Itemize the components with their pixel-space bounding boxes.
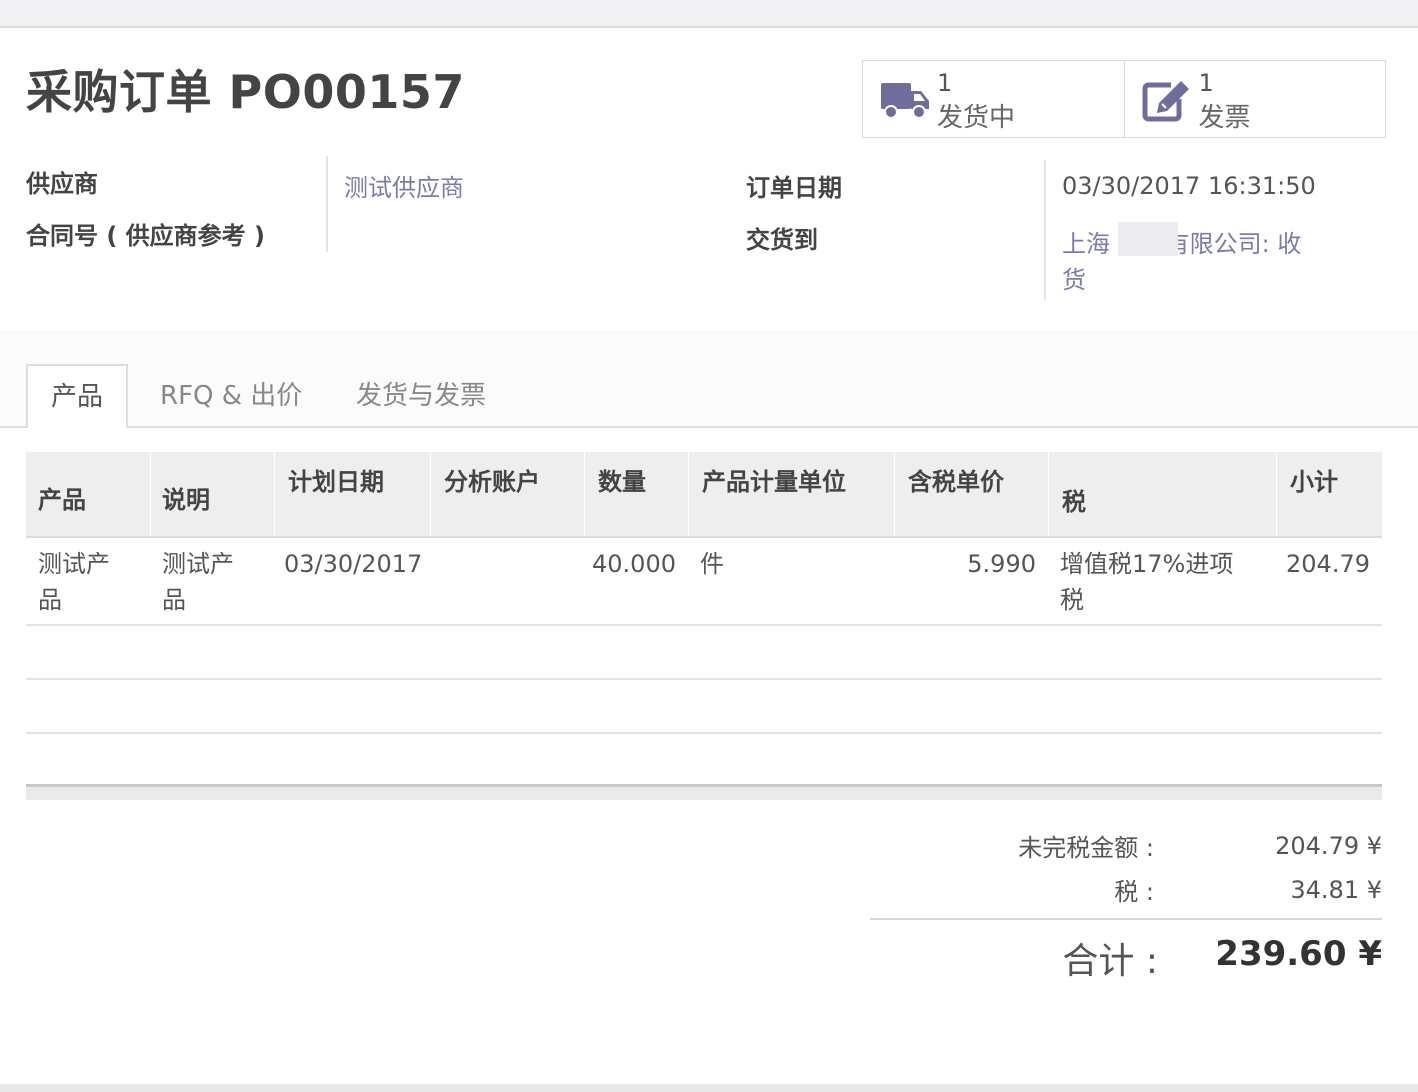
smart-buttons: 1 发货中 1 发票 [862,60,1386,138]
tab-shipping-invoicing[interactable]: 发货与发票 [356,365,486,427]
tab-products[interactable]: 产品 [26,364,128,428]
column-header-description[interactable]: 说明 [162,480,210,515]
column-separator [1048,452,1049,536]
shipments-count: 1 [937,69,953,97]
order-date-label: 订单日期 [746,174,842,202]
total-label: 合计 : [1062,941,1158,982]
edit-icon [1142,81,1189,122]
untaxed-amount-label: 未完税金额 : [1018,834,1154,862]
order-date-value[interactable]: 03/30/2017 16:31:50 [1062,172,1316,200]
row-divider [26,732,1382,734]
column-header-analytic-account[interactable]: 分析账户 [444,462,540,497]
tax-amount-label: 税 : [1114,878,1154,906]
cell-tax: 增值税17%进项 [1060,550,1234,578]
column-separator [1276,452,1277,536]
column-header-product[interactable]: 产品 [38,480,86,515]
vendor-label: 供应商 [26,170,98,198]
deliver-to-link-cont[interactable]: 货 [1062,260,1086,295]
cell-tax-cont: 税 [1060,586,1084,614]
row-divider [26,678,1382,680]
shipments-button[interactable]: 1 发货中 [863,61,1124,137]
column-separator [274,452,275,536]
cell-quantity: 40.000 [592,550,676,578]
shipments-label: 发货中 [937,103,1016,133]
column-separator [584,452,585,536]
invoices-count: 1 [1198,69,1214,97]
tax-amount-value: 34.81 ¥ [1290,876,1382,904]
column-separator [894,452,895,536]
column-header-subtotal[interactable]: 小计 [1290,462,1338,497]
vendor-ref-label: 合同号 ( 供应商参考 ) [26,222,266,250]
column-separator [150,452,151,536]
total-value: 239.60 ¥ [1215,934,1382,974]
cell-unit-price: 5.990 [967,550,1036,578]
field-separator [1044,160,1046,300]
column-header-quantity[interactable]: 数量 [598,462,646,497]
cell-product-cont: 品 [38,586,62,614]
cell-product: 测试产 [38,550,110,578]
cell-description: 测试产 [162,550,234,578]
column-header-uom[interactable]: 产品计量单位 [702,462,846,497]
tab-rfq-bids[interactable]: RFQ & 出价 [160,365,302,427]
summary-divider [870,918,1382,920]
bottom-bar [0,1084,1418,1092]
cell-description-cont: 品 [162,586,186,614]
truck-icon [881,83,929,119]
invoices-label: 发票 [1198,103,1251,133]
top-divider [0,26,1418,28]
column-separator [688,452,689,536]
cell-uom: 件 [700,550,724,578]
column-header-scheduled-date[interactable]: 计划日期 [288,462,384,497]
vendor-ref-input[interactable] [344,214,684,248]
column-separator [430,452,431,536]
top-bar [0,0,1418,26]
column-header-tax[interactable]: 税 [1062,482,1086,517]
vendor-link[interactable]: 测试供应商 [344,168,464,203]
column-header-unit-price[interactable]: 含税单价 [908,462,1004,497]
page-title: 采购订单 PO00157 [26,65,465,119]
redaction-block [1118,222,1178,256]
untaxed-amount-value: 204.79 ¥ [1275,832,1382,860]
field-separator [326,156,328,252]
table-footer [26,784,1382,800]
invoices-button[interactable]: 1 发票 [1123,61,1386,137]
row-divider [26,624,1382,626]
deliver-to-link[interactable]: 上海 科技有限公司: 收 [1062,224,1301,259]
deliver-to-label: 交货到 [746,226,818,254]
cell-subtotal: 204.79 [1286,550,1370,578]
cell-scheduled-date: 03/30/2017 [284,550,423,578]
